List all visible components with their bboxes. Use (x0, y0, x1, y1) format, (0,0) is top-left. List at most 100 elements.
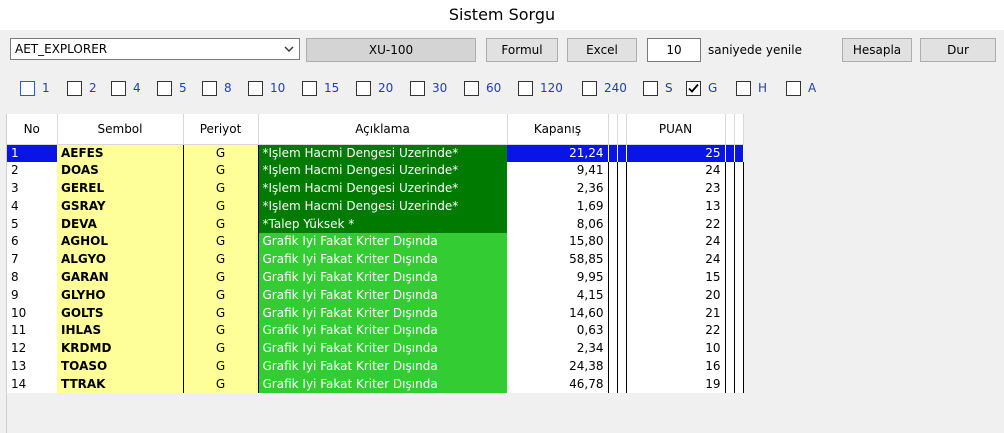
cell-description[interactable]: *Işlem Hacmi Dengesi Uzerinde* (258, 161, 507, 180)
period-checkbox-120[interactable]: 120 (518, 78, 563, 98)
cell-score[interactable]: 21 (626, 304, 726, 322)
refresh-seconds-input[interactable]: 10 (647, 38, 701, 62)
checkbox-checked-icon[interactable] (686, 80, 701, 96)
cell-description[interactable]: Grafik Iyi Fakat Kriter Dışında (258, 232, 507, 251)
cell-close[interactable]: 4,15 (507, 286, 609, 305)
cell-score[interactable]: 23 (626, 179, 726, 198)
checkbox-empty-icon[interactable] (248, 80, 263, 96)
chevron-down-icon[interactable] (283, 39, 295, 59)
cell-no[interactable]: 2 (7, 161, 57, 180)
table-row[interactable]: 7 ALGYO G Grafik Iyi Fakat Kriter Dışında 58… (7, 250, 744, 269)
cell-no[interactable]: 10 (7, 304, 57, 322)
checkbox-empty-icon[interactable] (202, 80, 217, 96)
cell-score[interactable]: 24 (626, 161, 726, 180)
cell-description[interactable]: Grafik Iyi Fakat Kriter Dışında (258, 286, 507, 305)
cell-period[interactable]: G (183, 250, 259, 269)
cell-close[interactable]: 1,69 (507, 197, 609, 216)
period-checkbox-s[interactable]: S (643, 78, 673, 98)
table-row[interactable]: 14 TTRAK G Grafik Iyi Fakat Kriter Dışında 4… (7, 375, 744, 394)
table-row[interactable]: 8 GARAN G Grafik Iyi Fakat Kriter Dışında 9,… (7, 268, 744, 287)
cell-score[interactable]: 15 (626, 268, 726, 287)
checkbox-empty-icon[interactable] (67, 80, 82, 96)
cell-period[interactable]: G (183, 357, 259, 376)
cell-symbol[interactable]: AGHOL (57, 232, 184, 251)
cell-symbol[interactable]: DEVA (57, 215, 184, 233)
cell-no[interactable]: 7 (7, 250, 57, 269)
cell-period[interactable]: G (183, 286, 259, 305)
cell-close[interactable]: 24,38 (507, 357, 609, 376)
cell-close[interactable]: 2,36 (507, 179, 609, 198)
hesapla-button[interactable]: Hesapla (842, 38, 912, 62)
cell-description[interactable]: Grafik Iyi Fakat Kriter Dışında (258, 339, 507, 358)
results-grid[interactable]: No Sembol Periyot Açıklama Kapanış PUAN … (6, 114, 998, 433)
cell-period[interactable]: G (183, 321, 259, 340)
cell-period[interactable]: G (183, 215, 259, 233)
cell-no[interactable]: 13 (7, 357, 57, 376)
explorer-select[interactable]: AET_EXPLORER (10, 38, 300, 60)
cell-no[interactable]: 5 (7, 215, 57, 233)
cell-symbol[interactable]: GOLTS (57, 304, 184, 322)
cell-no[interactable]: 9 (7, 286, 57, 305)
cell-description[interactable]: *Talep Yüksek * (258, 215, 507, 233)
cell-score[interactable]: 13 (626, 197, 726, 216)
cell-description[interactable]: Grafik Iyi Fakat Kriter Dışında (258, 304, 507, 322)
cell-symbol[interactable]: ALGYO (57, 250, 184, 269)
table-row[interactable]: 12 KRDMD G Grafik Iyi Fakat Kriter Dışında 2… (7, 339, 744, 358)
cell-score[interactable]: 10 (626, 339, 726, 358)
period-checkbox-10[interactable]: 10 (248, 78, 285, 98)
cell-score[interactable]: 22 (626, 215, 726, 233)
cell-description[interactable]: Grafik Iyi Fakat Kriter Dışında (258, 250, 507, 269)
table-row[interactable]: 2 DOAS G *Işlem Hacmi Dengesi Uzerinde* 9,41… (7, 161, 744, 180)
table-row[interactable]: 13 TOASO G Grafik Iyi Fakat Kriter Dışında 2… (7, 357, 744, 376)
cell-close[interactable]: 2,34 (507, 339, 609, 358)
cell-symbol[interactable]: DOAS (57, 161, 184, 180)
formul-button[interactable]: Formul (486, 38, 558, 62)
cell-symbol[interactable]: GSRAY (57, 197, 184, 216)
cell-period[interactable]: G (183, 161, 259, 180)
cell-period[interactable]: G (183, 304, 259, 322)
cell-no[interactable]: 1 (7, 144, 57, 162)
cell-description[interactable]: Grafik Iyi Fakat Kriter Dışında (258, 357, 507, 376)
period-checkbox-20[interactable]: 20 (356, 78, 393, 98)
checkbox-empty-icon[interactable] (111, 80, 126, 96)
cell-no[interactable]: 11 (7, 321, 57, 340)
cell-symbol[interactable]: GARAN (57, 268, 184, 287)
cell-period[interactable]: G (183, 268, 259, 287)
table-row[interactable]: 11 IHLAS G Grafik Iyi Fakat Kriter Dışında 0… (7, 321, 744, 340)
cell-score[interactable]: 24 (626, 232, 726, 251)
table-row[interactable]: 3 GEREL G *Işlem Hacmi Dengesi Uzerinde* 2,3… (7, 179, 744, 198)
table-row[interactable]: 5 DEVA G *Talep Yüksek * 8,06 22 (7, 215, 744, 233)
period-checkbox-h[interactable]: H (736, 78, 767, 98)
cell-no[interactable]: 12 (7, 339, 57, 358)
cell-score[interactable]: 24 (626, 250, 726, 269)
cell-description[interactable]: Grafik Iyi Fakat Kriter Dışında (258, 268, 507, 287)
cell-period[interactable]: G (183, 144, 259, 162)
header-description[interactable]: Açıklama (258, 114, 508, 145)
header-score[interactable]: PUAN (626, 114, 726, 145)
period-checkbox-a[interactable]: A (786, 78, 816, 98)
cell-close[interactable]: 14,60 (507, 304, 609, 322)
cell-score[interactable]: 19 (626, 375, 726, 394)
cell-score[interactable]: 20 (626, 286, 726, 305)
dur-button[interactable]: Dur (920, 38, 996, 62)
period-checkbox-240[interactable]: 240 (582, 78, 627, 98)
period-checkbox-5[interactable]: 5 (157, 78, 187, 98)
cell-description[interactable]: Grafik Iyi Fakat Kriter Dışında (258, 375, 507, 394)
cell-symbol[interactable]: TTRAK (57, 375, 184, 394)
cell-description[interactable]: *Işlem Hacmi Dengesi Uzerinde* (258, 144, 507, 162)
cell-close[interactable]: 9,95 (507, 268, 609, 287)
checkbox-empty-icon[interactable] (643, 80, 658, 96)
cell-symbol[interactable]: TOASO (57, 357, 184, 376)
excel-button[interactable]: Excel (567, 38, 637, 62)
header-period[interactable]: Periyot (183, 114, 259, 145)
cell-description[interactable]: *Işlem Hacmi Dengesi Uzerinde* (258, 179, 507, 198)
cell-close[interactable]: 15,80 (507, 232, 609, 251)
cell-period[interactable]: G (183, 375, 259, 394)
cell-no[interactable]: 3 (7, 179, 57, 198)
cell-close[interactable]: 0,63 (507, 321, 609, 340)
cell-close[interactable]: 9,41 (507, 161, 609, 180)
index-button[interactable]: XU-100 (306, 38, 476, 62)
period-checkbox-g[interactable]: G (686, 78, 717, 98)
cell-symbol[interactable]: KRDMD (57, 339, 184, 358)
cell-symbol[interactable]: AEFES (57, 144, 184, 162)
